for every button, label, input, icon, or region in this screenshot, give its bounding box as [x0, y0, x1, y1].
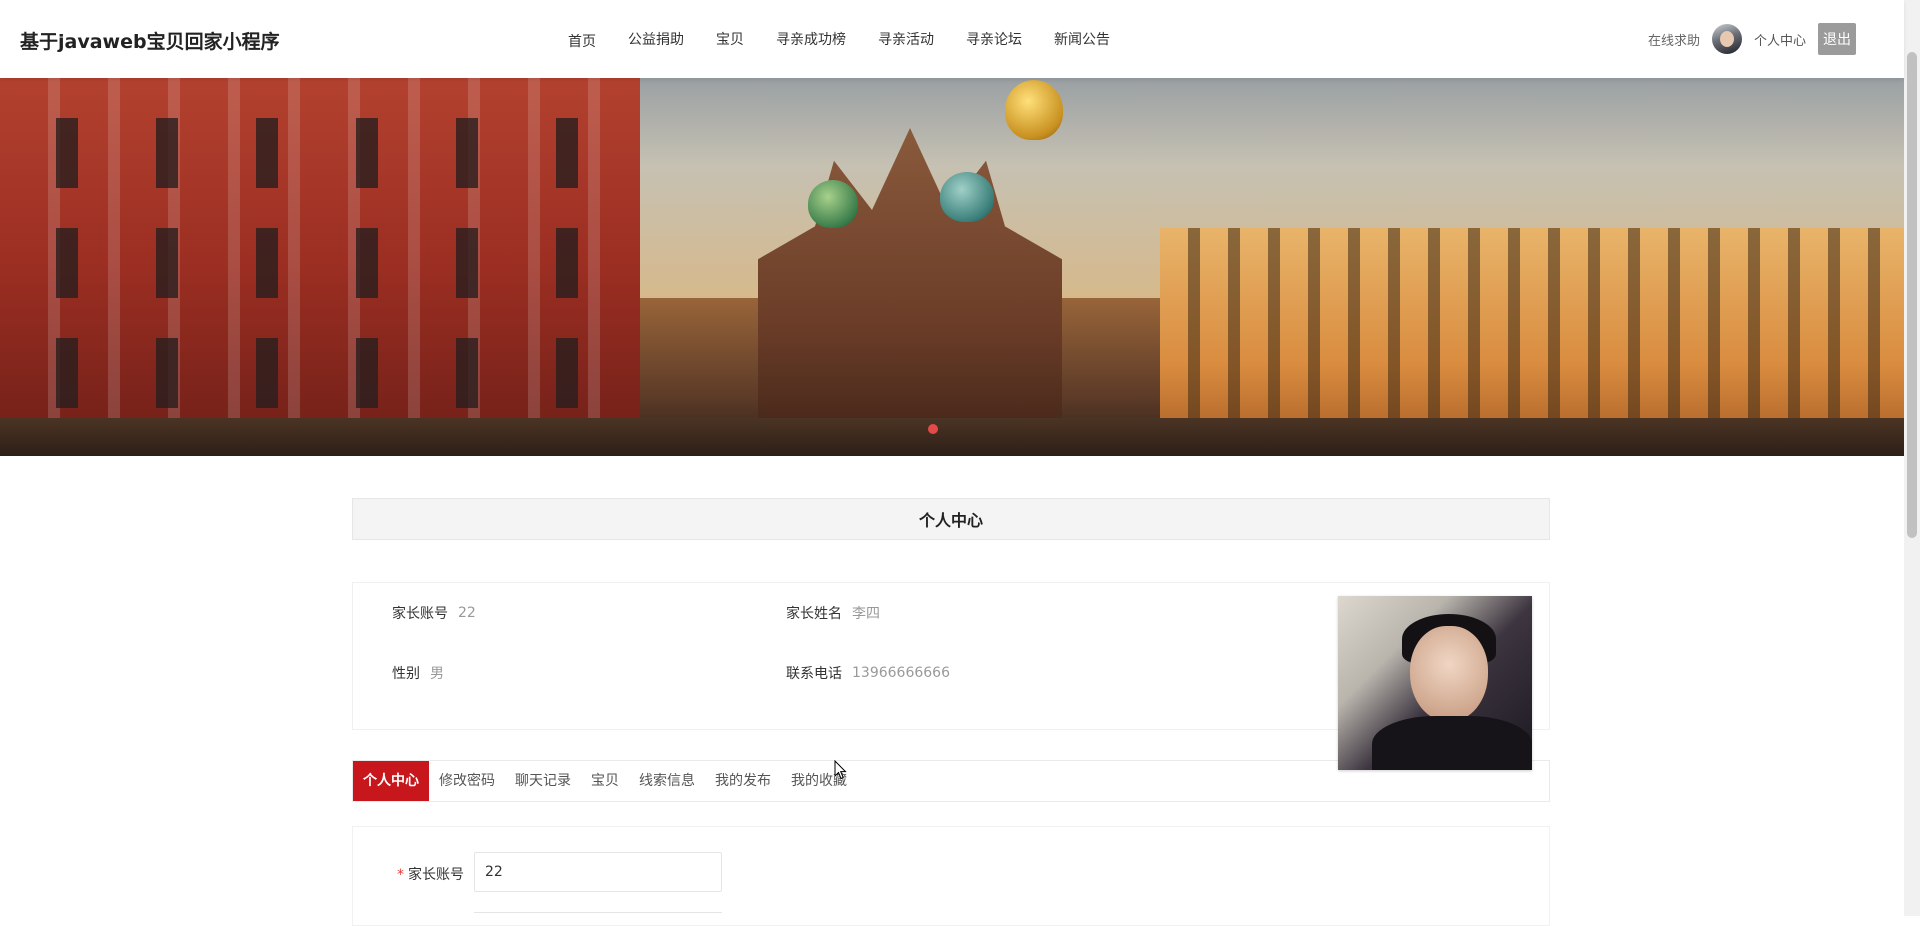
user-center-link[interactable]: 个人中心	[1754, 30, 1806, 49]
tab-change-password[interactable]: 修改密码	[429, 761, 505, 801]
banner-dome-green	[808, 180, 858, 228]
scrollbar-thumb[interactable]	[1907, 52, 1917, 538]
online-help-link[interactable]: 在线求助	[1648, 30, 1700, 49]
profile-gender-value: 男	[430, 666, 444, 682]
header-user-area: 在线求助 个人中心 退出	[1648, 22, 1856, 56]
mouse-cursor-icon	[834, 760, 847, 780]
profile-photo	[1338, 596, 1532, 770]
next-input-edge[interactable]	[474, 912, 722, 917]
top-header: 基于javaweb宝贝回家小程序 首页 公益捐助 宝贝 寻亲成功榜 寻亲活动 寻…	[0, 0, 1904, 78]
tab-my-posts[interactable]: 我的发布	[705, 761, 781, 801]
profile-gender-label: 性别	[392, 666, 420, 682]
page-scrollbar[interactable]	[1904, 0, 1920, 916]
nav-success-list[interactable]: 寻亲成功榜	[776, 29, 846, 49]
required-mark: *	[397, 867, 404, 883]
profile-account-field: 家长账号 22	[392, 603, 476, 623]
nav-forum[interactable]: 寻亲论坛	[966, 29, 1022, 49]
banner-dome-teal	[940, 172, 994, 222]
banner-fence	[0, 418, 1904, 456]
profile-name-field: 家长姓名 李四	[786, 603, 880, 623]
banner-building-left	[0, 78, 640, 456]
banner-dome-gold	[1005, 80, 1063, 140]
form-account-label: * 家长账号	[397, 864, 464, 884]
hero-banner[interactable]	[0, 78, 1904, 456]
avatar[interactable]	[1711, 24, 1742, 54]
nav-baby[interactable]: 宝贝	[716, 29, 744, 49]
nav-home[interactable]: 首页	[568, 31, 596, 51]
profile-phone-field: 联系电话 13966666666	[786, 663, 950, 683]
tab-chat-history[interactable]: 聊天记录	[505, 761, 581, 801]
form-account-label-text: 家长账号	[408, 867, 464, 883]
profile-phone-value: 13966666666	[852, 665, 950, 681]
site-brand[interactable]: 基于javaweb宝贝回家小程序	[20, 27, 280, 54]
logout-button[interactable]: 退出	[1818, 23, 1856, 55]
main-nav: 首页 公益捐助 宝贝 寻亲成功榜 寻亲活动 寻亲论坛 新闻公告	[568, 0, 1142, 78]
tab-clue-info[interactable]: 线索信息	[629, 761, 705, 801]
nav-news[interactable]: 新闻公告	[1054, 29, 1110, 49]
profile-phone-label: 联系电话	[786, 666, 842, 682]
profile-gender-field: 性别 男	[392, 663, 444, 683]
carousel-indicator-dot[interactable]	[928, 424, 938, 434]
banner-windows	[20, 118, 620, 438]
account-input[interactable]	[474, 852, 722, 892]
photo-body	[1372, 716, 1532, 770]
profile-name-value: 李四	[852, 606, 880, 622]
tab-user-center[interactable]: 个人中心	[353, 761, 429, 801]
profile-account-value: 22	[458, 605, 476, 621]
photo-face	[1410, 626, 1488, 722]
tab-baby[interactable]: 宝贝	[581, 761, 629, 801]
profile-name-label: 家长姓名	[786, 606, 842, 622]
nav-donation[interactable]: 公益捐助	[628, 29, 684, 49]
nav-activities[interactable]: 寻亲活动	[878, 29, 934, 49]
profile-account-label: 家长账号	[392, 606, 448, 622]
page-title: 个人中心	[352, 498, 1550, 540]
